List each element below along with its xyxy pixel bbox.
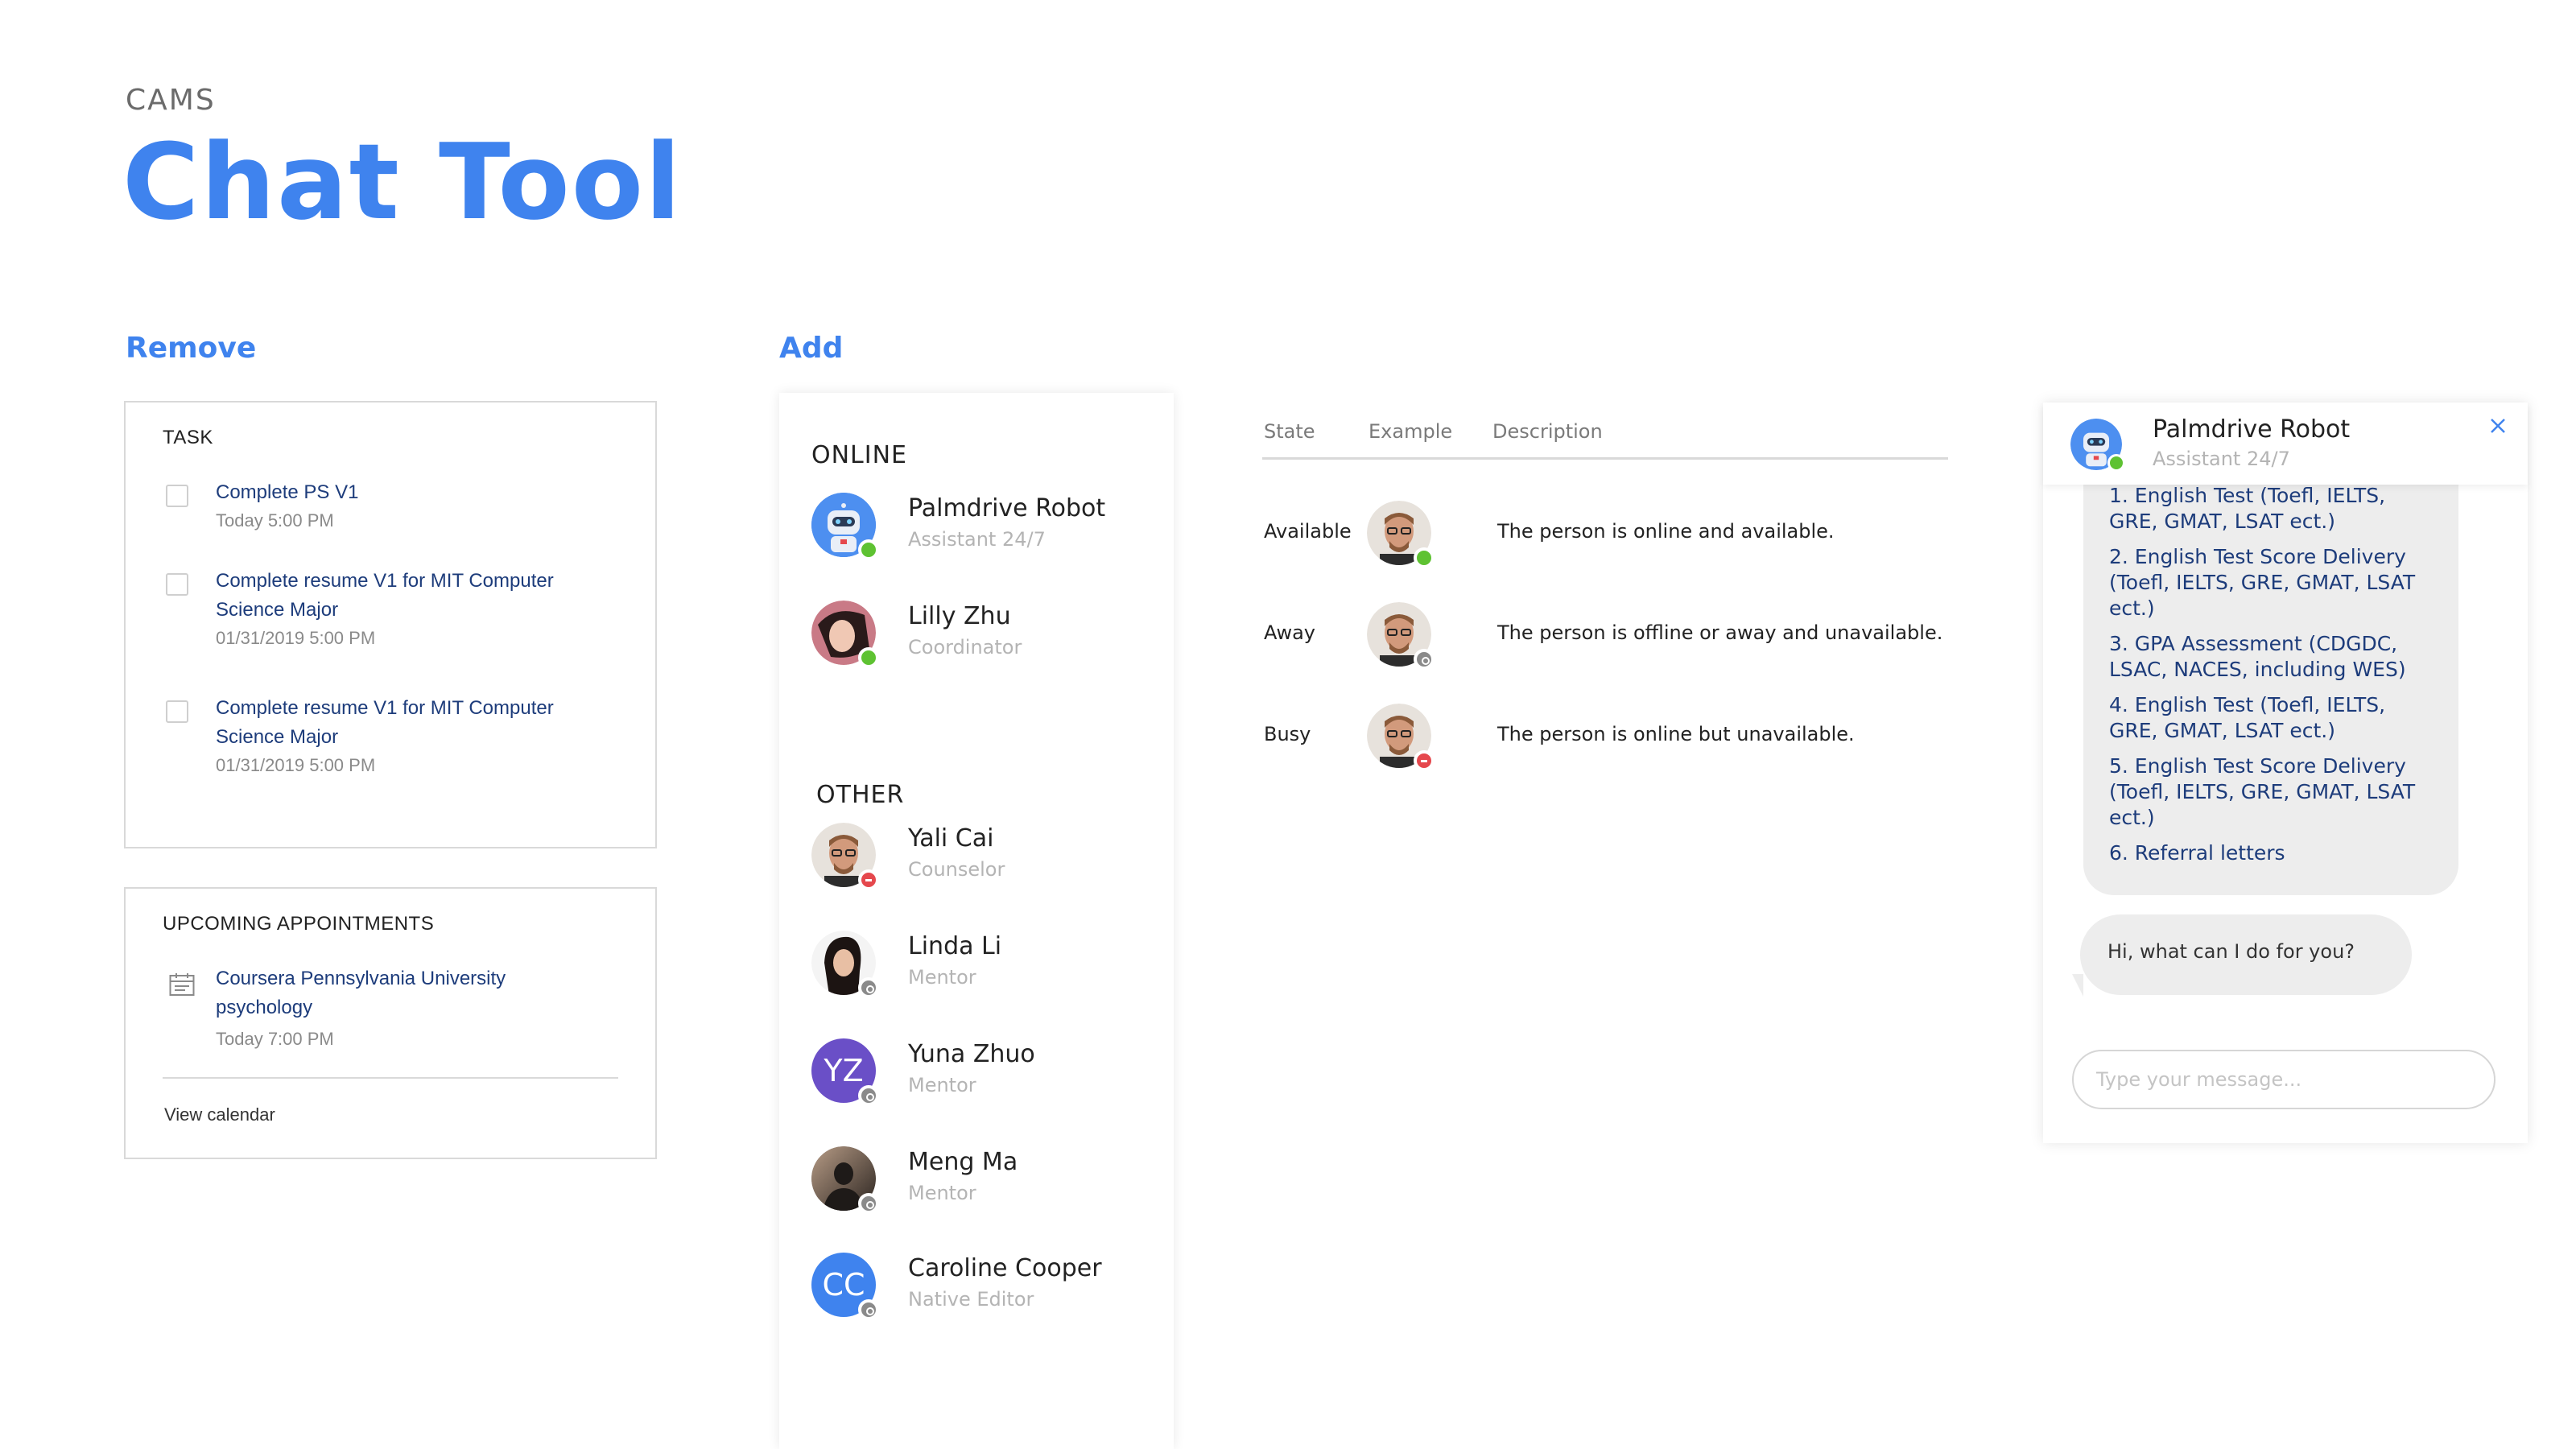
contact-item-yali-cai[interactable]: Yali Cai Counselor (811, 823, 1150, 890)
table-header-divider (1262, 457, 1948, 460)
chat-header: Palmdrive Robot Assistant 24/7 (2043, 402, 2528, 485)
message-input[interactable]: Type your message... (2072, 1050, 2496, 1109)
contact-name: Yali Cai (908, 824, 994, 852)
status-available-icon (858, 647, 879, 668)
contact-name: Lilly Zhu (908, 602, 1011, 630)
state-description: The person is online and available. (1497, 520, 1835, 543)
contact-item-meng-ma[interactable]: Meng Ma Mentor (811, 1146, 1150, 1214)
contact-item-lilly-zhu[interactable]: Lilly Zhu Coordinator (811, 601, 1150, 668)
page-title: Chat Tool (122, 121, 683, 243)
option-item[interactable]: 6. Referral letters (2109, 840, 2447, 866)
remove-heading: Remove (126, 332, 257, 365)
table-header-state: State (1264, 420, 1315, 443)
task-due: Today 5:00 PM (216, 510, 334, 530)
status-away-icon (858, 977, 879, 998)
contact-role: Mentor (908, 966, 976, 989)
task-card-title: TASK (163, 427, 213, 448)
task-checkbox[interactable] (166, 485, 188, 507)
state-label: Available (1264, 520, 1352, 543)
contact-name: Palmdrive Robot (908, 494, 1106, 522)
option-item[interactable]: 2. English Test Score Delivery (Toefl, IE… (2109, 544, 2447, 621)
contact-name: Meng Ma (908, 1148, 1018, 1176)
contact-role: Native Editor (908, 1288, 1034, 1311)
state-description: The person is online but unavailable. (1497, 723, 1855, 745)
task-title: Complete PS V1 (216, 481, 359, 503)
option-item[interactable]: 4. English Test (Toefl, IELTS, GRE, GMAT,… (2109, 692, 2447, 744)
status-available-icon (858, 539, 879, 560)
status-busy-icon (1414, 750, 1435, 771)
status-away-icon (858, 1085, 879, 1106)
appointments-card: UPCOMING APPOINTMENTS Coursera Pennsylva… (124, 887, 657, 1159)
table-header-description: Description (1492, 420, 1603, 443)
contact-role: Mentor (908, 1074, 976, 1096)
state-label: Busy (1264, 723, 1311, 745)
task-due: 01/31/2019 5:00 PM (216, 628, 376, 648)
contact-name: Linda Li (908, 932, 1002, 960)
task-title: Complete resume V1 for MIT Computer Scie… (216, 697, 554, 748)
divider (163, 1077, 618, 1079)
appointment-time: Today 7:00 PM (216, 1029, 334, 1049)
option-item[interactable]: 5. English Test Score Delivery (Toefl, IE… (2109, 753, 2447, 831)
greeting-text: Hi, what can I do for you? (2107, 940, 2355, 963)
status-available-icon (1414, 547, 1435, 568)
other-heading: OTHER (816, 781, 905, 809)
contact-name: Caroline Cooper (908, 1254, 1102, 1282)
status-away-icon (1414, 649, 1435, 670)
contact-item-linda-li[interactable]: Linda Li Mentor (811, 931, 1150, 998)
option-item[interactable]: 1. English Test (Toefl, IELTS, GRE, GMAT,… (2109, 483, 2447, 535)
task-due: 01/31/2019 5:00 PM (216, 755, 376, 775)
chat-contact-role: Assistant 24/7 (2153, 448, 2290, 470)
appointments-title: UPCOMING APPOINTMENTS (163, 913, 435, 935)
state-label: Away (1264, 621, 1315, 644)
contact-item-caroline-cooper[interactable]: CC Caroline Cooper Native Editor (811, 1253, 1150, 1320)
close-icon[interactable] (2487, 415, 2508, 436)
status-away-icon (858, 1299, 879, 1320)
task-checkbox[interactable] (166, 700, 188, 723)
bubble-tail (2072, 974, 2083, 997)
status-busy-icon (858, 869, 879, 890)
message-input-placeholder: Type your message... (2096, 1068, 2302, 1091)
view-calendar-link[interactable]: View calendar (164, 1104, 275, 1125)
status-away-icon (858, 1193, 879, 1214)
appointment-title[interactable]: Coursera Pennsylvania University psychol… (216, 964, 634, 1022)
contact-item-palmdrive-robot[interactable]: Palmdrive Robot Assistant 24/7 (811, 493, 1150, 560)
contact-item-yuna-zhuo[interactable]: YZ Yuna Zhuo Mentor (811, 1038, 1150, 1106)
contact-role: Counselor (908, 858, 1005, 881)
table-header-example: Example (1368, 420, 1453, 443)
state-description: The person is offline or away and unavai… (1497, 621, 1943, 644)
calendar-icon (169, 972, 195, 997)
task-title: Complete resume V1 for MIT Computer Scie… (216, 570, 554, 621)
status-legend-table: State Example Description Available The … (1262, 406, 1955, 808)
options-bubble: 1. English Test (Toefl, IELTS, GRE, GMAT,… (2083, 451, 2458, 895)
option-item[interactable]: 3. GPA Assessment (CDGDC, LSAC, NACES, in… (2109, 631, 2447, 683)
eyebrow-label: CAMS (126, 84, 216, 117)
task-checkbox[interactable] (166, 573, 188, 596)
greeting-bubble: Hi, what can I do for you? (2080, 914, 2412, 995)
add-heading: Add (779, 332, 844, 365)
contact-name: Yuna Zhuo (908, 1040, 1035, 1068)
contact-role: Mentor (908, 1182, 976, 1204)
chat-contact-name: Palmdrive Robot (2153, 415, 2351, 444)
contact-role: Assistant 24/7 (908, 528, 1046, 551)
options-list: 1. English Test (Toefl, IELTS, GRE, GMAT,… (2109, 483, 2447, 866)
contact-role: Coordinator (908, 636, 1022, 658)
chat-window: 1. English Test (Toefl, IELTS, GRE, GMAT,… (2043, 402, 2528, 1143)
task-card: TASK Complete PS V1 Today 5:00 PM Comple… (124, 401, 657, 848)
online-heading: ONLINE (811, 441, 908, 469)
status-available-icon (2107, 454, 2125, 472)
contact-list-panel: ONLINE Palmdrive Robot Assistant 24/7 Li… (779, 393, 1174, 1449)
